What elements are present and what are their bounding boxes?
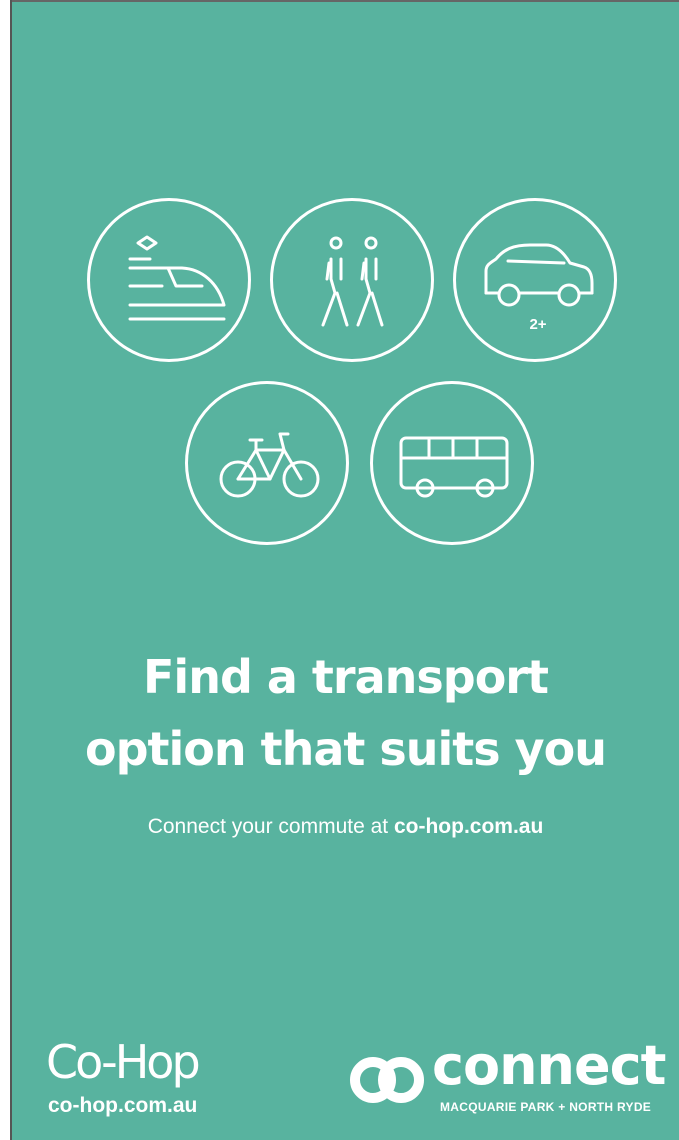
bus-icon — [370, 381, 534, 545]
cohop-logo: Co-Hop — [46, 1035, 201, 1089]
carpool-caption: 2+ — [529, 316, 546, 333]
connect-logo-mark — [350, 1057, 424, 1103]
tagline-text: Connect your commute at — [147, 815, 394, 838]
website-link[interactable]: co-hop.com.au — [394, 815, 543, 838]
poster: 2+ Find a transport option that suits yo… — [12, 0, 679, 1140]
page-top-border — [12, 0, 679, 2]
connect-logo-text: connect — [432, 1034, 666, 1097]
headline-line-1: Find a transport — [143, 650, 549, 704]
svg-text:Co-Hop: Co-Hop — [46, 1035, 198, 1089]
carpool-icon: 2+ — [453, 198, 617, 362]
connect-subtitle: MACQUARIE PARK + NORTH RYDE — [440, 1100, 652, 1114]
train-icon — [87, 198, 251, 362]
headline-line-2: option that suits you — [84, 722, 607, 776]
commute-tagline: Connect your commute at co-hop.com.au — [12, 815, 679, 839]
cohop-url[interactable]: co-hop.com.au — [48, 1094, 197, 1118]
walking-icon — [270, 198, 434, 362]
bicycle-icon — [185, 381, 349, 545]
